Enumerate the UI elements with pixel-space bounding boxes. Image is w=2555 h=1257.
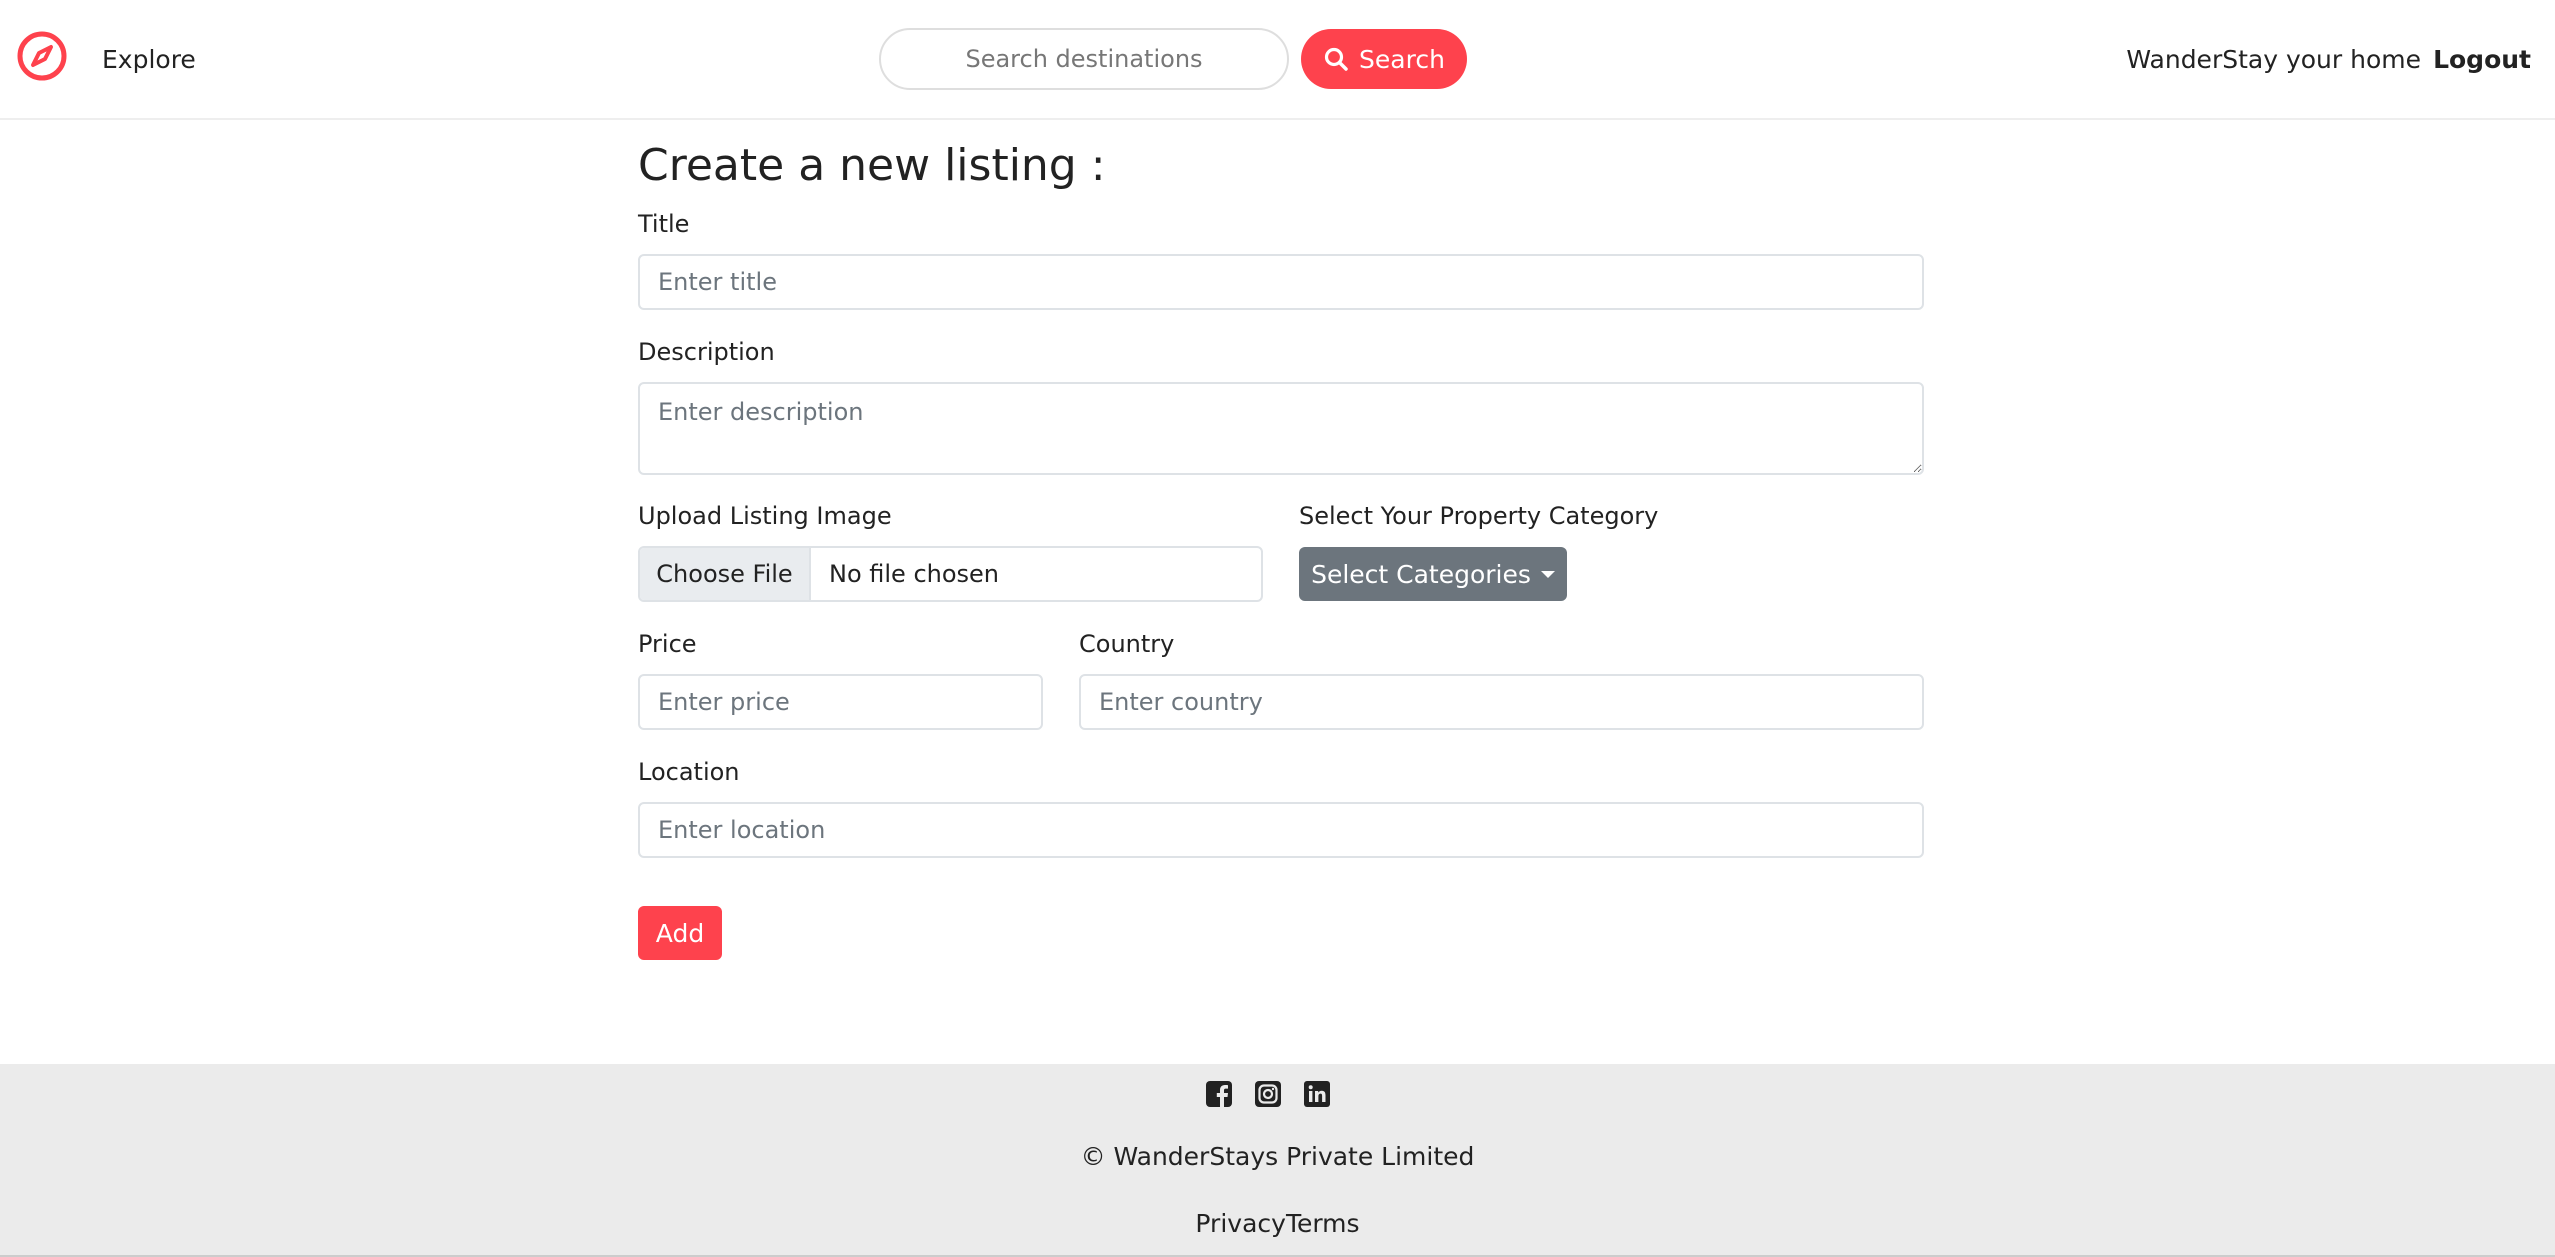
file-status: No file chosen bbox=[829, 560, 1000, 588]
search-button-label: Search bbox=[1359, 44, 1445, 74]
price-input[interactable] bbox=[638, 674, 1043, 730]
description-label: Description bbox=[638, 338, 775, 366]
compass-icon[interactable] bbox=[16, 30, 68, 82]
location-input[interactable] bbox=[638, 802, 1924, 858]
country-label: Country bbox=[1079, 630, 1175, 658]
page-title: Create a new listing : bbox=[638, 140, 1106, 191]
social-links bbox=[1205, 1080, 1331, 1108]
privacy-link[interactable]: Privacy bbox=[1195, 1209, 1286, 1238]
title-label: Title bbox=[638, 210, 690, 238]
category-label: Select Your Property Category bbox=[1299, 502, 1659, 530]
title-input[interactable] bbox=[638, 254, 1924, 310]
choose-file-button[interactable]: Choose File bbox=[640, 548, 811, 600]
category-dropdown-label: Select Categories bbox=[1311, 559, 1531, 589]
add-button[interactable]: Add bbox=[638, 906, 722, 960]
search-input[interactable] bbox=[879, 28, 1289, 90]
image-file-input[interactable]: Choose File No file chosen bbox=[638, 546, 1263, 602]
price-label: Price bbox=[638, 630, 697, 658]
search-button[interactable]: Search bbox=[1301, 29, 1467, 89]
facebook-icon[interactable] bbox=[1205, 1080, 1233, 1108]
nav-explore-link[interactable]: Explore bbox=[102, 40, 196, 80]
country-input[interactable] bbox=[1079, 674, 1924, 730]
location-label: Location bbox=[638, 758, 740, 786]
navbar: Explore Search WanderStay your home Logo… bbox=[0, 0, 2555, 120]
footer: © WanderStays Private Limited PrivacyTer… bbox=[0, 1064, 2555, 1257]
category-dropdown-button[interactable]: Select Categories bbox=[1299, 547, 1567, 601]
linkedin-icon[interactable] bbox=[1303, 1080, 1331, 1108]
logout-link[interactable]: Logout bbox=[2433, 40, 2531, 80]
terms-link[interactable]: Terms bbox=[1286, 1209, 1360, 1238]
caret-down-icon bbox=[1540, 570, 1555, 578]
instagram-icon[interactable] bbox=[1254, 1080, 1282, 1108]
search-icon bbox=[1324, 47, 1348, 71]
nav-home-link[interactable]: WanderStay your home bbox=[2126, 40, 2421, 80]
copyright-text: © WanderStays Private Limited bbox=[1080, 1142, 1475, 1171]
image-upload-label: Upload Listing Image bbox=[638, 502, 892, 530]
description-input[interactable] bbox=[638, 382, 1924, 475]
footer-links: PrivacyTerms bbox=[0, 1209, 2555, 1238]
